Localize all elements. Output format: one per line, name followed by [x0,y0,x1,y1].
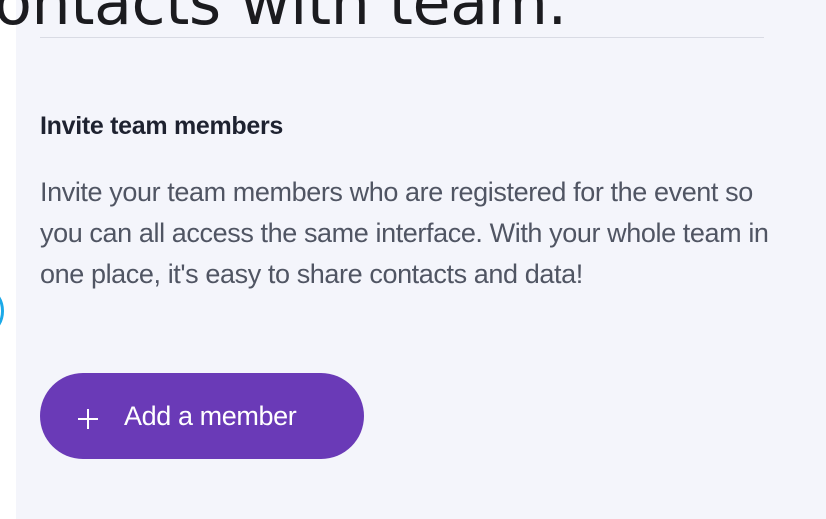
invite-card-description: Invite your team members who are registe… [40,177,769,289]
add-member-button-label: Add a member [124,400,297,431]
page: ontacts with team. Invite team members I… [0,0,826,519]
page-heading: ontacts with team. [0,0,567,39]
invite-card-title: Invite team members [40,112,284,140]
add-member-button[interactable]: Add a member [40,373,364,459]
plus-icon [78,409,98,429]
radio-indicator[interactable] [0,291,4,331]
divider [40,37,764,38]
